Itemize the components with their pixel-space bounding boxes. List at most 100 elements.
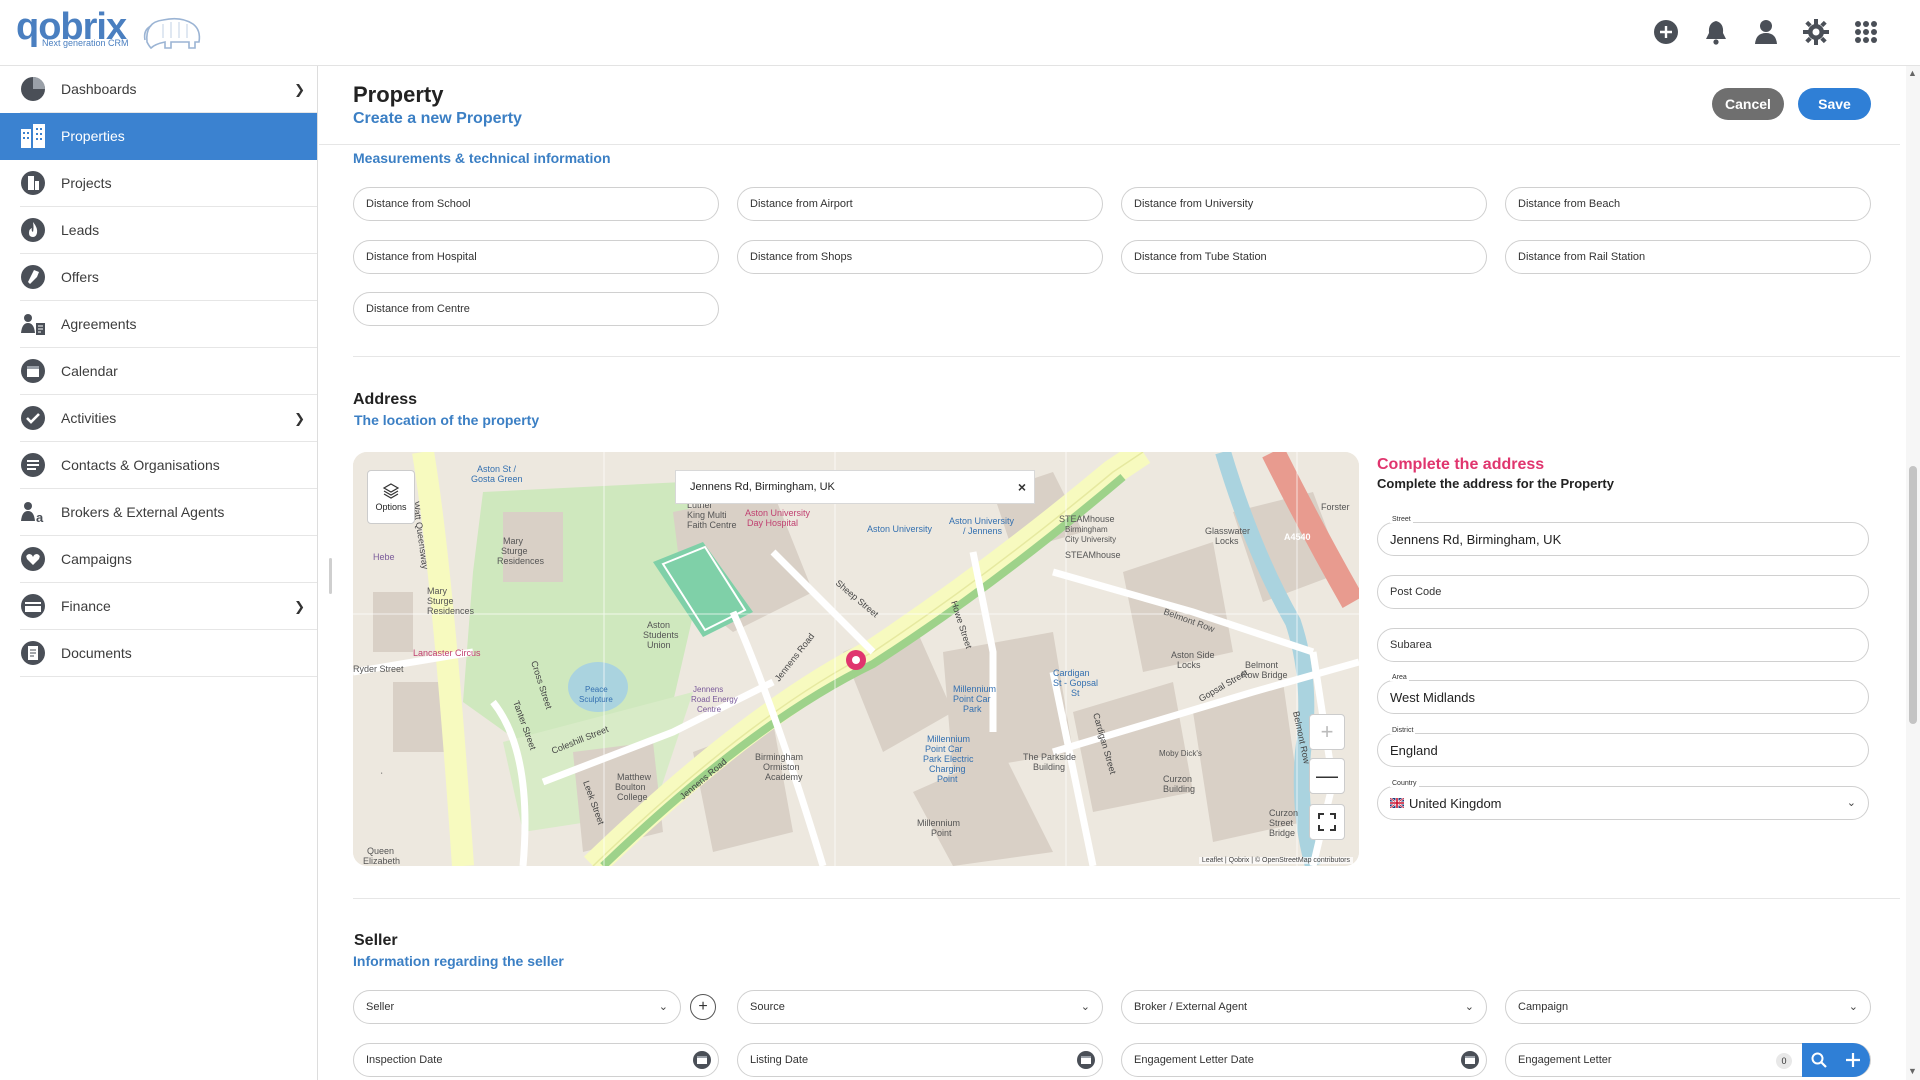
engagement-letter-field[interactable]: Engagement Letter 0 (1505, 1043, 1871, 1077)
svg-text:The Parkside: The Parkside (1023, 752, 1076, 762)
cancel-button[interactable]: Cancel (1712, 88, 1784, 120)
fullscreen-button[interactable] (1309, 804, 1345, 840)
sidebar-item-label: Campaigns (61, 551, 132, 567)
distance-centre-field[interactable]: Distance from Centre (353, 292, 719, 326)
uk-flag-icon (1390, 798, 1404, 808)
field-placeholder: Distance from University (1134, 198, 1254, 210)
search-icon[interactable] (1811, 1052, 1827, 1068)
district-field[interactable]: District England (1377, 727, 1869, 767)
bell-icon[interactable] (1702, 18, 1730, 46)
map-layers-button[interactable]: Options (367, 470, 415, 524)
map-attribution[interactable]: Leaflet | Qobrix | © OpenStreetMap contr… (1198, 857, 1353, 864)
brokers-icon: a (20, 499, 46, 525)
svg-text:STEAMhouse: STEAMhouse (1065, 550, 1121, 560)
svg-text:Millennium: Millennium (927, 734, 970, 744)
seller-select[interactable]: Seller ⌄ (353, 990, 681, 1024)
sidebar-item-finance[interactable]: Finance ❯ (20, 583, 317, 630)
svg-text:Sturge: Sturge (501, 546, 528, 556)
distance-university-field[interactable]: Distance from University (1121, 187, 1487, 221)
svg-text:A4540: A4540 (1284, 532, 1311, 542)
svg-text:Cardigan: Cardigan (1053, 668, 1090, 678)
app-logo[interactable]: qobrix Next generation CRM (16, 8, 206, 54)
calendar-icon[interactable] (692, 1050, 712, 1070)
distance-shops-field[interactable]: Distance from Shops (737, 240, 1103, 274)
listing-date-field[interactable]: Listing Date (737, 1043, 1103, 1077)
seller-subtitle: Information regarding the seller (353, 953, 564, 969)
clear-search-icon[interactable]: × (1018, 479, 1026, 495)
distance-airport-field[interactable]: Distance from Airport (737, 187, 1103, 221)
broker-select[interactable]: Broker / External Agent ⌄ (1121, 990, 1487, 1024)
subarea-field[interactable]: Subarea (1377, 628, 1869, 662)
apps-grid-icon[interactable] (1852, 18, 1880, 46)
save-button[interactable]: Save (1798, 88, 1871, 120)
field-placeholder: Distance from School (366, 198, 471, 210)
svg-text:St - Gopsal: St - Gopsal (1053, 678, 1098, 688)
sidebar-item-label: Brokers & External Agents (61, 504, 225, 520)
gear-icon[interactable] (1802, 18, 1830, 46)
svg-text:Park: Park (963, 704, 982, 714)
svg-text:Jennens: Jennens (693, 685, 723, 694)
area-label: Area (1390, 674, 1409, 681)
post-code-placeholder: Post Code (1390, 586, 1442, 598)
sidebar-item-leads[interactable]: Leads (20, 207, 317, 254)
campaign-select[interactable]: Campaign ⌄ (1505, 990, 1871, 1024)
svg-text:Day Hospital: Day Hospital (747, 518, 798, 528)
zoom-in-button[interactable]: + (1309, 714, 1345, 750)
svg-text:Forster: Forster (1321, 502, 1350, 512)
svg-text:Belmont: Belmont (1245, 660, 1279, 670)
page-title: Property (353, 82, 444, 107)
plus-icon[interactable] (1845, 1052, 1861, 1068)
source-select[interactable]: Source ⌄ (737, 990, 1103, 1024)
distance-tube-station-field[interactable]: Distance from Tube Station (1121, 240, 1487, 274)
main-content: Property Create a new Property Cancel Sa… (319, 66, 1900, 1080)
field-placeholder: Distance from Beach (1518, 198, 1621, 210)
svg-text:Aston University: Aston University (745, 508, 811, 518)
sidebar-item-contacts[interactable]: Contacts & Organisations (20, 442, 317, 489)
zoom-out-button[interactable]: — (1309, 758, 1345, 794)
country-select[interactable]: Country United Kingdom ⌄ (1377, 780, 1869, 820)
header-divider (319, 144, 1900, 145)
distance-rail-station-field[interactable]: Distance from Rail Station (1505, 240, 1871, 274)
distance-beach-field[interactable]: Distance from Beach (1505, 187, 1871, 221)
scroll-down-icon[interactable]: ▼ (1908, 1066, 1917, 1076)
distance-school-field[interactable]: Distance from School (353, 187, 719, 221)
post-code-field[interactable]: Post Code (1377, 575, 1869, 609)
distance-hospital-field[interactable]: Distance from Hospital (353, 240, 719, 274)
sidebar-item-agreements[interactable]: Agreements (20, 301, 317, 348)
svg-text:Residences: Residences (427, 606, 475, 616)
map-search-box[interactable]: Jennens Rd, Birmingham, UK × (675, 470, 1035, 504)
scrollbar-thumb[interactable] (1909, 466, 1917, 724)
chevron-right-icon: ❯ (294, 411, 305, 426)
sidebar-item-campaigns[interactable]: Campaigns (20, 536, 317, 583)
sidebar-item-projects[interactable]: Projects (20, 160, 317, 207)
calendar-icon[interactable] (1076, 1050, 1096, 1070)
svg-text:Aston University: Aston University (949, 516, 1015, 526)
sidebar-item-documents[interactable]: Documents (20, 630, 317, 677)
sidebar-item-brokers[interactable]: a Brokers & External Agents (20, 489, 317, 536)
engagement-letter-date-field[interactable]: Engagement Letter Date (1121, 1043, 1487, 1077)
map-label-aston-st: Aston St / (477, 464, 517, 474)
engagement-letter-count: 0 (1776, 1053, 1792, 1069)
scroll-up-icon[interactable]: ▲ (1908, 68, 1917, 78)
inspection-date-field[interactable]: Inspection Date (353, 1043, 719, 1077)
page-scrollbar[interactable]: ▲ ▼ (1906, 66, 1920, 1080)
user-icon[interactable] (1752, 18, 1780, 46)
street-field[interactable]: Street Jennens Rd, Birmingham, UK (1377, 516, 1869, 556)
sidebar-item-properties[interactable]: Properties (0, 113, 317, 160)
svg-text:Locks: Locks (1215, 536, 1239, 546)
sidebar-item-activities[interactable]: Activities ❯ (20, 395, 317, 442)
district-value: England (1390, 742, 1438, 758)
svg-text:Street: Street (1269, 818, 1294, 828)
sidebar-item-dashboards[interactable]: Dashboards ❯ (20, 66, 317, 113)
sidebar-item-offers[interactable]: Offers (20, 254, 317, 301)
svg-text:Glasswater: Glasswater (1205, 526, 1250, 536)
calendar-icon[interactable] (1460, 1050, 1480, 1070)
add-seller-button[interactable]: + (690, 994, 716, 1020)
svg-text:Bridge: Bridge (1269, 828, 1295, 838)
area-field[interactable]: Area West Midlands (1377, 674, 1869, 714)
measurements-subtitle: Measurements & technical information (353, 150, 611, 166)
address-map[interactable]: Aston St / Gosta Green Martin Luther Kin… (353, 452, 1359, 866)
sidebar-item-calendar[interactable]: Calendar (20, 348, 317, 395)
add-icon[interactable] (1652, 18, 1680, 46)
chevron-down-icon: ⌄ (1846, 797, 1856, 809)
